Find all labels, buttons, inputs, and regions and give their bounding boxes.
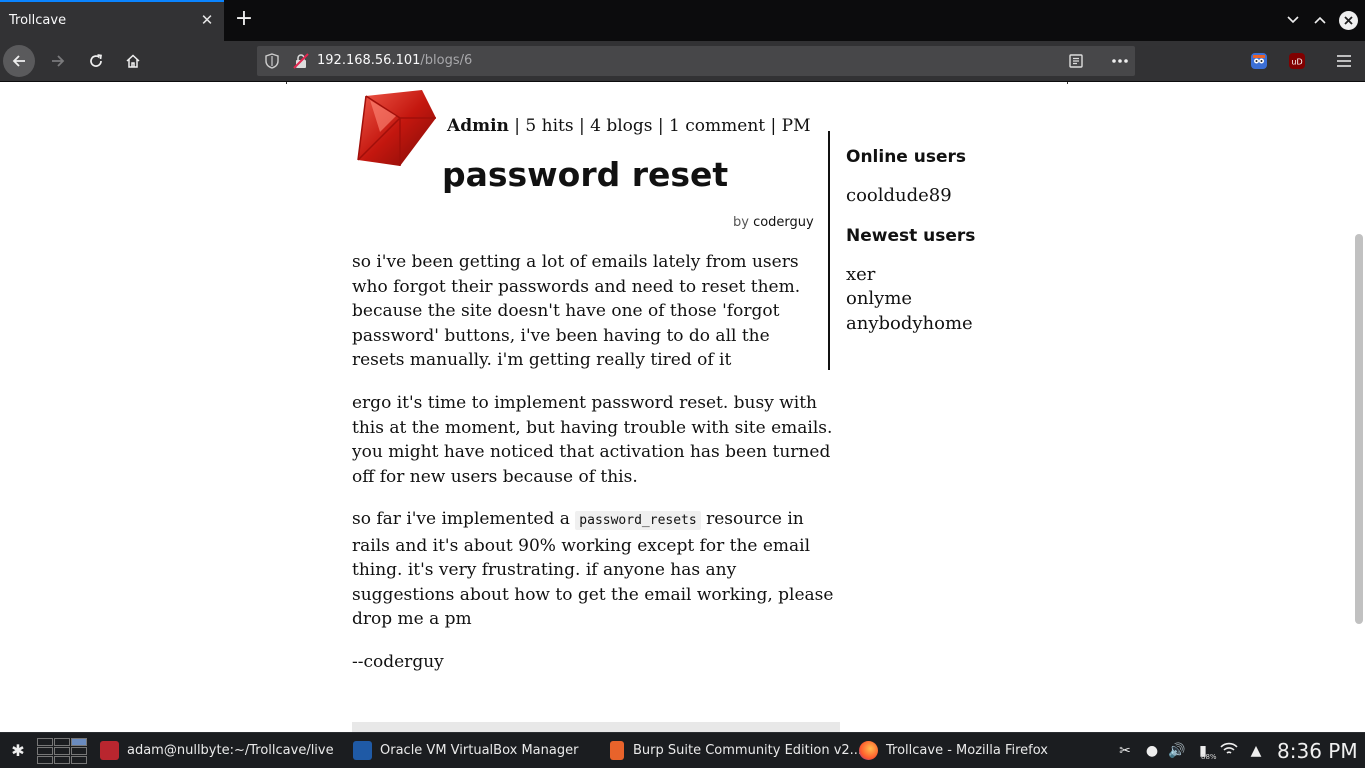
home-icon	[126, 54, 140, 68]
author-name-link[interactable]: Admin	[447, 116, 509, 136]
ruby-avatar-icon	[357, 90, 436, 166]
insecure-lock-icon[interactable]	[293, 53, 309, 69]
newest-user-link[interactable]: onlyme	[846, 288, 912, 309]
author-stats: | 5 hits | 4 blogs | 1 comment | PM	[508, 116, 811, 136]
clock[interactable]: 8:36 PM	[1277, 739, 1358, 763]
virtualbox-icon	[353, 741, 372, 760]
forward-arrow-icon	[52, 55, 65, 67]
extension-icon[interactable]	[1251, 53, 1267, 69]
url-text: 192.168.56.101/blogs/6	[317, 53, 473, 68]
sidebar-divider	[828, 131, 830, 370]
application-launcher-icon[interactable]: ✱	[8, 741, 28, 761]
task-virtualbox[interactable]: Oracle VM VirtualBox Manager	[353, 733, 593, 768]
post-title: password reset	[442, 155, 729, 194]
post-paragraph: ergo it's time to implement password res…	[352, 393, 833, 487]
forward-button[interactable]	[42, 45, 74, 77]
byline: by coderguy	[733, 215, 814, 230]
svg-text:uD: uD	[1291, 58, 1302, 67]
reader-view-icon[interactable]	[1069, 54, 1083, 68]
divider	[286, 82, 287, 84]
back-button[interactable]	[3, 45, 35, 77]
notifications-bulb-icon[interactable]: ●	[1143, 742, 1161, 760]
list-all-tabs-icon[interactable]	[1283, 10, 1303, 30]
firefox-icon	[859, 741, 878, 760]
divider	[1067, 82, 1068, 84]
byline-author-link[interactable]: coderguy	[753, 215, 814, 230]
back-arrow-icon	[12, 55, 25, 67]
desktop-pager[interactable]	[37, 736, 88, 766]
navigation-toolbar: 192.168.56.101/blogs/6 uD	[0, 41, 1365, 82]
tab-title: Trollcave	[9, 13, 67, 28]
tab-trollcave[interactable]: Trollcave ✕	[0, 0, 224, 41]
taskbar: ✱ adam@nullbyte:~/Trollcave/live Oracle …	[0, 732, 1365, 768]
newest-user-link[interactable]: anybodyhome	[846, 313, 973, 334]
burp-icon	[610, 741, 624, 760]
task-firefox[interactable]: Trollcave - Mozilla Firefox	[859, 733, 1094, 768]
reload-icon	[90, 54, 102, 67]
comment-box	[352, 722, 840, 732]
page-scrollbar[interactable]	[1355, 234, 1363, 624]
post-paragraph: so i've been getting a lot of emails lat…	[352, 252, 801, 370]
screenshot-scissors-icon[interactable]: ✂	[1116, 742, 1134, 760]
maximize-icon[interactable]	[1310, 10, 1330, 30]
reload-button[interactable]	[80, 45, 112, 77]
hamburger-menu-icon[interactable]	[1336, 54, 1352, 68]
online-user-link[interactable]: cooldude89	[846, 185, 952, 206]
post-signature: --coderguy	[352, 652, 444, 672]
newest-users-heading: Newest users	[846, 226, 976, 246]
tray-expand-icon[interactable]: ▲	[1247, 742, 1265, 760]
newest-user-link[interactable]: xer	[846, 264, 875, 285]
home-button[interactable]	[117, 45, 149, 77]
tab-strip: Trollcave ✕ +	[0, 0, 1365, 41]
post-paragraph: so far i've implemented a password_reset…	[352, 509, 834, 629]
battery-percentage: 88%	[1201, 753, 1217, 761]
volume-icon[interactable]: 🔊	[1168, 742, 1186, 760]
page-actions-menu-icon[interactable]	[1111, 58, 1129, 64]
task-terminal[interactable]: adam@nullbyte:~/Trollcave/live	[100, 733, 340, 768]
task-burp-suite[interactable]: Burp Suite Community Edition v2...	[606, 733, 862, 768]
terminal-icon	[100, 741, 119, 760]
tracking-protection-shield-icon[interactable]	[265, 53, 279, 69]
wifi-icon[interactable]	[1220, 742, 1238, 760]
inline-code: password_resets	[575, 511, 701, 530]
new-tab-button[interactable]: +	[231, 7, 257, 33]
address-bar[interactable]: 192.168.56.101/blogs/6	[257, 46, 1135, 76]
online-users-heading: Online users	[846, 147, 967, 167]
page-content: Admin | 5 hits | 4 blogs | 1 comment | P…	[0, 82, 1365, 732]
window-close-button[interactable]	[1339, 11, 1358, 30]
tab-close-icon[interactable]: ✕	[198, 10, 216, 30]
ublock-origin-icon[interactable]: uD	[1289, 53, 1305, 69]
author-meta: Admin | 5 hits | 4 blogs | 1 comment | P…	[447, 116, 810, 136]
